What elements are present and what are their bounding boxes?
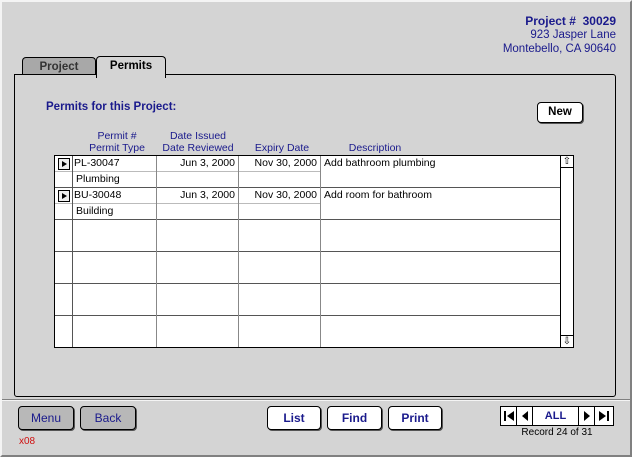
row-selector[interactable] bbox=[55, 284, 73, 316]
expiry-date: Nov 30, 2000 bbox=[254, 157, 317, 169]
row-selector[interactable] bbox=[55, 188, 73, 220]
first-record-icon[interactable] bbox=[501, 407, 517, 425]
column-header-dates: Date Issued Date Reviewed bbox=[156, 130, 240, 154]
date-issued: Jun 3, 2000 bbox=[180, 157, 235, 169]
expiry-cell[interactable] bbox=[239, 316, 321, 347]
permit-cell[interactable]: PL-30047 Plumbing bbox=[73, 156, 157, 188]
description-cell[interactable]: Add room for bathroom bbox=[321, 188, 560, 220]
scroll-up-icon[interactable]: ⇧ bbox=[561, 156, 573, 168]
column-header-permit: Permit # Permit Type bbox=[75, 130, 159, 154]
expiry-cell[interactable] bbox=[239, 252, 321, 284]
permits-table: PL-30047 Plumbing Jun 3, 2000 Nov 30, 20… bbox=[54, 155, 574, 348]
table-row[interactable] bbox=[55, 252, 560, 284]
expiry-cell[interactable]: Nov 30, 2000 bbox=[239, 156, 321, 188]
expiry-cell[interactable] bbox=[239, 284, 321, 316]
next-record-icon[interactable] bbox=[579, 407, 595, 425]
permit-number: PL-30047 bbox=[74, 157, 120, 169]
row-selector-icon[interactable] bbox=[58, 190, 70, 202]
date-cell[interactable]: Jun 3, 2000 bbox=[157, 188, 239, 220]
date-cell[interactable]: Jun 3, 2000 bbox=[157, 156, 239, 188]
row-selector[interactable] bbox=[55, 316, 73, 347]
date-cell[interactable] bbox=[157, 252, 239, 284]
date-cell[interactable] bbox=[157, 220, 239, 252]
project-address-line2: Montebello, CA 90640 bbox=[502, 43, 616, 55]
date-cell[interactable] bbox=[157, 316, 239, 347]
project-number-line: Project # 30029 bbox=[503, 14, 616, 28]
description: Add room for bathroom bbox=[324, 189, 432, 201]
permit-cell[interactable]: BU-30048 Building bbox=[73, 188, 157, 220]
permit-cell[interactable] bbox=[73, 252, 157, 284]
table-row[interactable]: PL-30047 Plumbing Jun 3, 2000 Nov 30, 20… bbox=[55, 156, 560, 188]
all-records-button[interactable]: ALL bbox=[533, 407, 579, 425]
section-title: Permits for this Project: bbox=[46, 101, 177, 113]
permit-type: Building bbox=[76, 205, 114, 217]
column-header-permit-type: Permit Type bbox=[89, 142, 145, 154]
project-number-label: Project # bbox=[525, 14, 576, 28]
column-header-date-reviewed: Date Reviewed bbox=[162, 142, 234, 154]
date-cell[interactable] bbox=[157, 284, 239, 316]
date-issued: Jun 3, 2000 bbox=[180, 189, 235, 201]
record-status: Record 24 of 31 bbox=[521, 427, 593, 438]
permit-type: Plumbing bbox=[76, 173, 120, 185]
project-info: Project # 30029 923 Jasper Lane Montebel… bbox=[503, 14, 616, 56]
expiry-cell[interactable]: Nov 30, 2000 bbox=[239, 188, 321, 220]
screen-code: x08 bbox=[19, 436, 36, 447]
vertical-scrollbar[interactable]: ⇧ ⇩ bbox=[560, 156, 573, 347]
table-row[interactable]: BU-30048 Building Jun 3, 2000 Nov 30, 20… bbox=[55, 188, 560, 220]
permit-cell[interactable] bbox=[73, 284, 157, 316]
scroll-down-icon[interactable]: ⇩ bbox=[561, 335, 573, 347]
column-header-description: Description bbox=[348, 142, 402, 154]
app-window: Project # 30029 923 Jasper Lane Montebel… bbox=[0, 0, 632, 457]
description-cell[interactable] bbox=[321, 252, 560, 284]
back-button[interactable]: Back bbox=[80, 406, 136, 430]
last-record-icon[interactable] bbox=[595, 407, 613, 425]
column-header-expiry: Expiry Date bbox=[254, 142, 310, 154]
description-cell[interactable]: Add bathroom plumbing bbox=[321, 156, 560, 188]
permit-cell[interactable] bbox=[73, 316, 157, 347]
find-button[interactable]: Find bbox=[327, 406, 382, 430]
row-selector[interactable] bbox=[55, 252, 73, 284]
description-cell[interactable] bbox=[321, 220, 560, 252]
permits-panel: Permits for this Project: New Permit # P… bbox=[14, 74, 616, 397]
menu-button[interactable]: Menu bbox=[18, 406, 74, 430]
table-row[interactable] bbox=[55, 316, 560, 347]
permit-number: BU-30048 bbox=[74, 189, 122, 201]
previous-record-icon[interactable] bbox=[517, 407, 533, 425]
column-header-date-issued: Date Issued bbox=[169, 130, 227, 142]
permit-cell[interactable] bbox=[73, 220, 157, 252]
row-selector[interactable] bbox=[55, 156, 73, 188]
footer-divider bbox=[2, 399, 630, 401]
column-header-permit-number: Permit # bbox=[97, 130, 137, 142]
description: Add bathroom plumbing bbox=[324, 157, 436, 169]
new-permit-button[interactable]: New bbox=[537, 102, 583, 123]
table-row[interactable] bbox=[55, 220, 560, 252]
print-button[interactable]: Print bbox=[388, 406, 442, 430]
project-number: 30029 bbox=[582, 14, 616, 28]
row-selector-icon[interactable] bbox=[58, 158, 70, 170]
project-address-line1: 923 Jasper Lane bbox=[530, 29, 616, 41]
table-row[interactable] bbox=[55, 284, 560, 316]
record-navigator: ALL bbox=[500, 406, 614, 426]
expiry-date: Nov 30, 2000 bbox=[254, 189, 317, 201]
row-selector[interactable] bbox=[55, 220, 73, 252]
description-cell[interactable] bbox=[321, 284, 560, 316]
expiry-cell[interactable] bbox=[239, 220, 321, 252]
tab-permits[interactable]: Permits bbox=[96, 56, 166, 78]
list-button[interactable]: List bbox=[267, 406, 321, 430]
description-cell[interactable] bbox=[321, 316, 560, 347]
